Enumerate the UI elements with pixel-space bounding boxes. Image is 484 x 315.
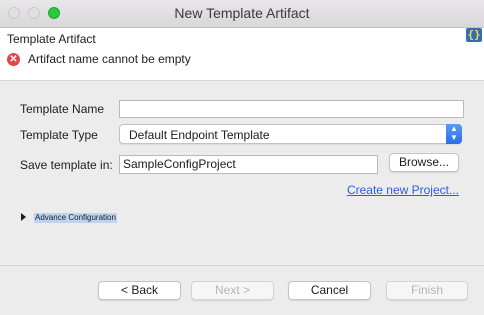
window-title: New Template Artifact: [174, 5, 310, 21]
template-type-label: Template Type: [20, 128, 98, 142]
save-in-label: Save template in:: [20, 158, 113, 172]
advance-configuration-toggle[interactable]: Advance Configuration: [34, 213, 117, 223]
dialog-window: New Template Artifact Template Artifact …: [0, 0, 484, 315]
footer-divider: [0, 265, 484, 266]
page-title: Template Artifact: [7, 32, 96, 46]
template-type-value: Default Endpoint Template: [129, 128, 270, 142]
code-braces-icon: {}: [466, 28, 482, 42]
create-new-project-link[interactable]: Create new Project...: [347, 183, 459, 197]
title-bar[interactable]: New Template Artifact: [0, 0, 484, 28]
error-message: Artifact name cannot be empty: [28, 52, 191, 66]
next-button[interactable]: Next >: [191, 281, 274, 300]
back-button[interactable]: < Back: [98, 281, 181, 300]
header-divider: [0, 80, 484, 81]
select-arrows-icon: ▲ ▼: [446, 124, 462, 144]
finish-button[interactable]: Finish: [386, 281, 468, 300]
cancel-button[interactable]: Cancel: [288, 281, 371, 300]
wizard-header: Template Artifact {} ✕ Artifact name can…: [0, 28, 484, 80]
template-type-select[interactable]: Default Endpoint Template ▲ ▼: [119, 124, 462, 144]
save-in-input[interactable]: SampleConfigProject: [119, 155, 378, 174]
error-icon: ✕: [7, 53, 20, 66]
browse-button[interactable]: Browse...: [389, 153, 459, 172]
disclosure-triangle-icon[interactable]: [21, 213, 26, 221]
template-name-label: Template Name: [20, 102, 105, 116]
template-name-input[interactable]: [119, 100, 464, 118]
